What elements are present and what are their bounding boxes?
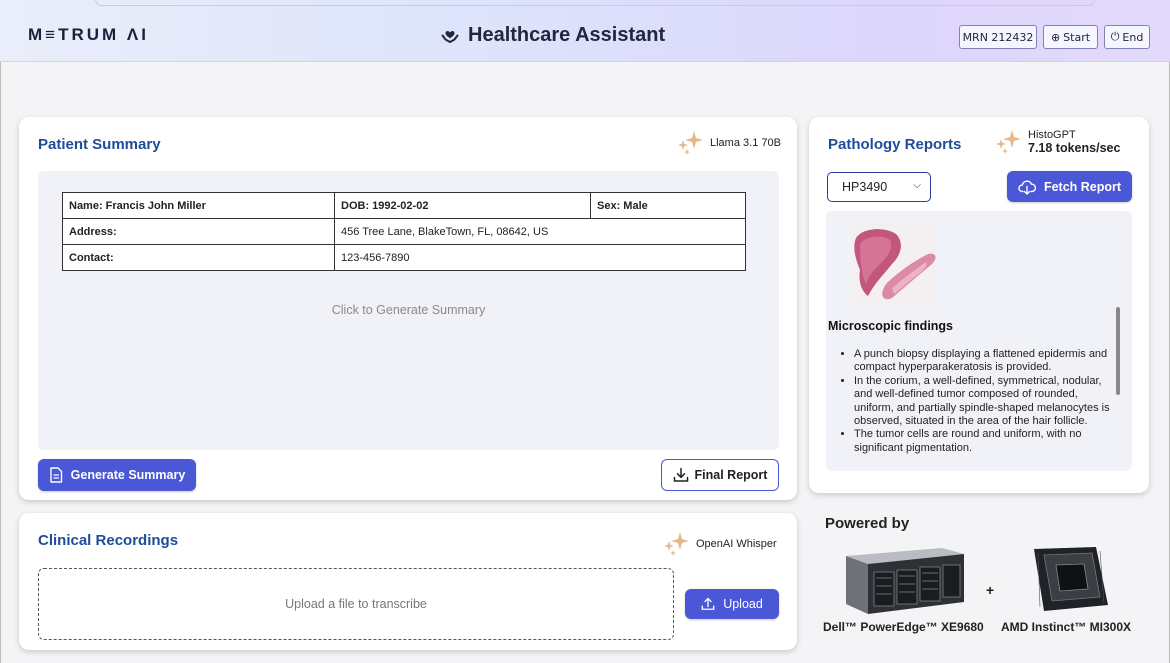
browser-scroll-edge (95, 0, 1095, 6)
chevron-down-icon: ⌵ (913, 180, 921, 191)
histogpt-model-tag: HistoGPT 7.18 tokens/sec (994, 129, 1120, 155)
mrn-text: MRN 212432 (962, 30, 1034, 44)
top-bar: M≡TRUM ΛI Healthcare Assistant MRN 21243… (0, 0, 1170, 62)
pathology-reports-title: Pathology Reports (828, 136, 962, 153)
start-label: Start (1063, 30, 1091, 44)
histogpt-model-name: HistoGPT (1028, 129, 1076, 141)
end-button[interactable]: ⏻ End (1104, 25, 1150, 49)
cloud-download-icon (1018, 179, 1036, 195)
report-select[interactable]: HP3490 ⌵ (827, 172, 931, 202)
sparkle-icon (678, 131, 703, 155)
list-item: A punch biopsy displaying a flattened ep… (854, 348, 1116, 375)
table-row: Address: 456 Tree Lane, BlakeTown, FL, 0… (62, 218, 746, 245)
upload-label: Upload (723, 597, 763, 611)
play-circle-icon: ⊕ (1050, 30, 1061, 44)
plus-sign: + (986, 582, 995, 598)
upload-button[interactable]: Upload (685, 589, 779, 619)
patient-name: Name: Francis John Miller (62, 192, 335, 219)
mrn-badge: MRN 212432 (959, 25, 1037, 49)
sparkle-icon (996, 130, 1021, 154)
address-label: Address: (62, 218, 335, 245)
address-value: 456 Tree Lane, BlakeTown, FL, 08642, US (334, 218, 746, 245)
table-row: Name: Francis John Miller DOB: 1992-02-0… (62, 192, 746, 219)
dell-server-image (846, 548, 964, 614)
summary-model-name: Llama 3.1 70B (710, 137, 781, 149)
patient-dob: DOB: 1992-02-02 (334, 192, 591, 219)
amd-gpu-image (1034, 547, 1108, 611)
generate-summary-hint: Click to Generate Summary (331, 303, 486, 317)
token-speed: 7.18 tokens/sec (1028, 141, 1121, 155)
heart-hands-icon (441, 30, 459, 43)
findings-title: Microscopic findings (828, 319, 954, 333)
list-item: In the corium, a well-defined, symmetric… (854, 375, 1116, 429)
report-scrollbar[interactable] (1116, 307, 1120, 395)
upload-dropzone[interactable]: Upload a file to transcribe (38, 568, 674, 640)
list-item: The tumor cells are round and uniform, w… (854, 428, 1116, 455)
contact-value: 123-456-7890 (334, 244, 746, 271)
metrum-logo: M≡TRUM ΛI (28, 25, 149, 44)
end-label: End (1122, 30, 1144, 44)
app-title: Healthcare Assistant (440, 24, 665, 47)
sparkle-icon (664, 532, 689, 556)
power-icon: ⏻ (1110, 30, 1120, 43)
final-report-label: Final Report (694, 468, 768, 482)
dropzone-text: Upload a file to transcribe (285, 597, 427, 611)
summary-model-tag: Llama 3.1 70B (676, 130, 781, 156)
report-select-value: HP3490 (842, 180, 888, 194)
upload-icon (701, 597, 715, 610)
contact-label: Contact: (62, 244, 335, 271)
generate-summary-button[interactable]: Generate Summary (38, 459, 196, 491)
clinical-recordings-title: Clinical Recordings (38, 532, 179, 549)
patient-info-table: Name: Francis John Miller DOB: 1992-02-0… (62, 192, 746, 271)
patient-summary-title: Patient Summary (38, 136, 161, 153)
findings-list: A punch biopsy displaying a flattened ep… (854, 348, 1116, 455)
patient-sex: Sex: Male (590, 192, 746, 219)
download-icon (673, 467, 688, 482)
histology-slide-image (852, 224, 938, 306)
whisper-model-tag: OpenAI Whisper (662, 531, 777, 557)
document-icon (49, 467, 62, 483)
table-row: Contact: 123-456-7890 (62, 244, 746, 271)
app-title-text: Healthcare Assistant (468, 24, 666, 46)
dell-server-label: Dell™ PowerEdge™ XE9680 (823, 620, 984, 634)
histogpt-info: HistoGPT 7.18 tokens/sec (1028, 129, 1120, 155)
powered-by-title: Powered by (825, 515, 910, 532)
start-button[interactable]: ⊕ Start (1043, 25, 1098, 49)
final-report-button[interactable]: Final Report (661, 459, 779, 491)
whisper-model-name: OpenAI Whisper (696, 538, 777, 550)
generate-summary-label: Generate Summary (70, 468, 186, 482)
amd-gpu-label: AMD Instinct™ MI300X (1001, 620, 1132, 634)
fetch-report-label: Fetch Report (1043, 179, 1122, 194)
fetch-report-button[interactable]: Fetch Report (1007, 171, 1132, 202)
